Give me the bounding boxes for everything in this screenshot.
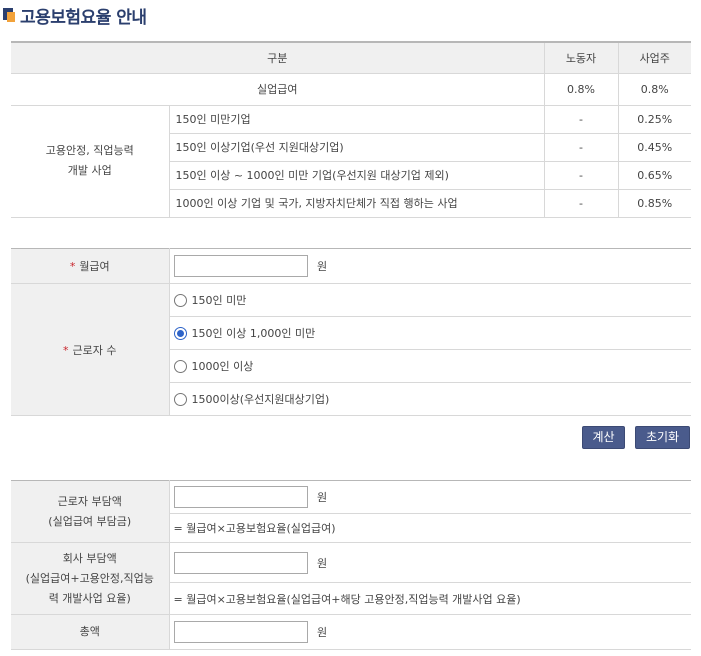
monthly-pay-unit: 원 [317, 260, 328, 273]
form-row-worker-count: * 근로자 수 150인 미만 [11, 283, 691, 416]
header-category: 구분 [11, 42, 544, 74]
radio-button[interactable] [173, 359, 187, 373]
rate-table: 구분 노동자 사업주 실업급여 0.8% 0.8% 고용안정, 직업능력 개발 … [11, 41, 691, 218]
company-share-formula: = 월급여×고용보험요율(실업급여+해당 고용안정,직업능력 개발사업 요율) [169, 582, 691, 615]
monthly-pay-cell: 원 [169, 248, 691, 284]
page-header: 고용보험요율 안내 [0, 0, 701, 34]
group-label-line: 고용안정, 직업능력 [45, 144, 134, 157]
worker-count-label: * 근로자 수 [11, 283, 170, 416]
radio-label: 150인 미만 [191, 294, 247, 307]
result-row-total: 총액 원 [11, 614, 691, 650]
input-form: * 월급여 원 * 근로자 수 150인 미만 150인 이상 1,000인 미만 … [11, 248, 691, 416]
worker-share-label: 근로자 부담액 (실업급여 부담금) [11, 480, 170, 543]
rate-table-header: 구분 노동자 사업주 [11, 42, 691, 74]
group-label-line: 개발 사업 [67, 164, 112, 177]
row-label: 150인 미만기업 [168, 105, 544, 134]
worker-share-formula: = 월급여×고용보험요율(실업급여) [169, 513, 691, 543]
radio-option-under-150[interactable]: 150인 미만 [169, 283, 691, 317]
worker-share-unit: 원 [317, 491, 328, 504]
required-marker: * [63, 343, 69, 357]
row-employer-rate: 0.45% [617, 133, 691, 162]
table-row: 실업급여 0.8% 0.8% [11, 73, 691, 106]
radio-button[interactable] [173, 293, 187, 307]
row-employer-rate: 0.8% [617, 73, 691, 106]
row-worker-rate: - [543, 105, 618, 134]
total-label: 총액 [11, 614, 170, 650]
title-bullet-icon [3, 8, 15, 22]
company-share-input[interactable] [173, 551, 308, 574]
row-employer-rate: 0.65% [617, 161, 691, 190]
radio-button-selected[interactable] [173, 326, 187, 340]
total-cell: 원 [169, 614, 691, 650]
total-unit: 원 [317, 626, 328, 639]
row-worker-rate: - [543, 161, 618, 190]
required-marker: * [69, 260, 76, 273]
monthly-pay-label: * 월급여 [11, 248, 170, 284]
radio-option-over-1000[interactable]: 1000인 이상 [169, 349, 691, 383]
form-row-monthly-pay: * 월급여 원 [11, 248, 691, 284]
result-row-worker-share: 근로자 부담액 (실업급여 부담금) 원 [11, 480, 691, 543]
worker-share-input[interactable] [173, 486, 308, 508]
result-table: 근로자 부담액 (실업급여 부담금) 원 = 월급여×고용보험요율(실업급여) … [11, 480, 691, 650]
row-worker-rate: 0.8% [543, 73, 618, 106]
reset-button[interactable]: 초기화 [635, 426, 690, 449]
row-employer-rate: 0.85% [617, 189, 691, 218]
worker-share-cell: 원 [169, 480, 691, 514]
row-employer-rate: 0.25% [617, 105, 691, 134]
calculate-button[interactable]: 계산 [582, 426, 625, 449]
company-share-label: 회사 부담액 (실업급여+고용안정,직업능 력 개발사업 요율) [11, 542, 170, 615]
row-label: 150인 이상기업(우선 지원대상기업) [168, 133, 544, 162]
company-share-cell: 원 [169, 542, 691, 583]
radio-option-150-to-1000[interactable]: 150인 이상 1,000인 미만 [169, 316, 691, 350]
row-label: 1000인 이상 기업 및 국가, 지방자치단체가 직접 행하는 사업 [168, 189, 544, 218]
company-share-unit: 원 [317, 556, 328, 570]
group-label: 고용안정, 직업능력 개발 사업 [11, 105, 169, 218]
radio-label: 1500이상(우선지원대상기업) [191, 393, 330, 406]
monthly-pay-input[interactable] [173, 255, 308, 277]
result-row-company-share: 회사 부담액 (실업급여+고용안정,직업능 력 개발사업 요율) 원 [11, 542, 691, 615]
row-label: 실업급여 [11, 73, 544, 106]
row-label: 150인 이상 ~ 1000인 미만 기업(우선지원 대상기업 제외) [168, 161, 544, 190]
row-worker-rate: - [543, 133, 618, 162]
radio-label: 150인 이상 1,000인 미만 [191, 327, 316, 340]
radio-label: 1000인 이상 [191, 360, 254, 373]
header-worker: 노동자 [543, 42, 618, 74]
radio-option-1500-priority[interactable]: 1500이상(우선지원대상기업) [169, 382, 691, 416]
total-input[interactable] [173, 621, 308, 643]
page-title: 고용보험요율 안내 [20, 8, 147, 28]
row-worker-rate: - [543, 189, 618, 218]
table-row: 고용안정, 직업능력 개발 사업 150인 미만기업 - 0.25% [11, 105, 691, 218]
header-employer: 사업주 [617, 42, 691, 74]
radio-button[interactable] [173, 392, 187, 406]
